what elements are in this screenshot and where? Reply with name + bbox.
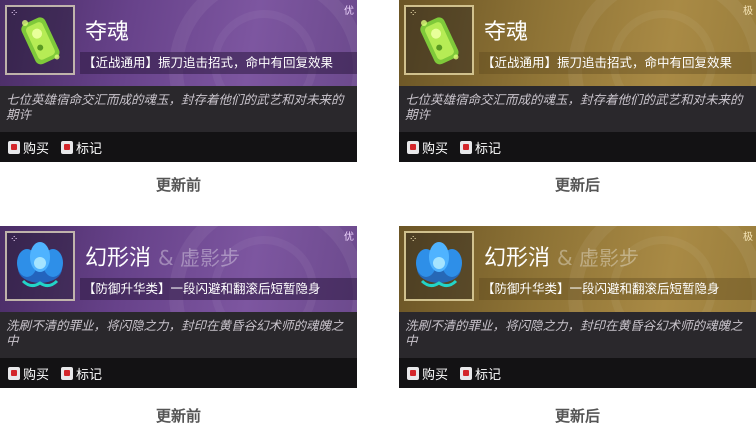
item-effect: 【近战通用】振刀追击招式，命中有回复效果	[80, 52, 357, 74]
buy-label: 购买	[23, 141, 50, 157]
item-card-huanxing-after: ⁘ 幻形消 & 虚影步 极 【防御升华类】一段闪避和翻滚后短暂隐身 洗刷不清的罪…	[399, 226, 756, 388]
caption-before: 更新前	[155, 176, 201, 194]
item-card-huanxing-before: ⁘ 幻形消 & 虚影步 优 【防御升华类】一段闪避和翻滚后短暂隐身 洗刷不清的罪…	[0, 226, 357, 388]
mark-label: 标记	[475, 367, 502, 383]
item-title: 夺魂	[85, 14, 129, 46]
caption-after: 更新后	[554, 176, 600, 194]
mark-button[interactable]: 标记	[61, 138, 102, 157]
item-subtitle: & 虚影步	[158, 246, 240, 270]
green-jade-icon	[420, 17, 459, 65]
card-actions: 购买 标记	[399, 358, 756, 388]
mark-label: 标记	[475, 141, 502, 157]
card-header: ⁘ 夺魂 极 【近战通用】振刀追击招式，命中有回复效果	[399, 0, 756, 86]
card-actions: 购买 标记	[399, 132, 756, 162]
item-effect: 【防御升华类】一段闪避和翻滚后短暂隐身	[479, 278, 756, 300]
mark-label: 标记	[76, 141, 103, 157]
buy-button[interactable]: 购买	[8, 364, 49, 383]
card-header: ⁘ 夺魂 优 【近战通用】振刀追击招式，命中有回复效果	[0, 0, 357, 86]
mark-button[interactable]: 标记	[460, 138, 501, 157]
blue-lotus-icon	[416, 242, 462, 288]
item-icon-frame: ⁘	[404, 231, 474, 301]
item-title: 幻形消 & 虚影步	[85, 240, 240, 272]
item-name: 幻形消	[85, 246, 152, 271]
item-name: 夺魂	[484, 20, 529, 45]
item-card-duohun-after: ⁘ 夺魂 极 【近战通用】振刀追击招式，命中有回复效果 七位英雄宿命交汇而成的魂…	[399, 0, 756, 162]
green-jade-icon	[21, 17, 60, 65]
item-name: 夺魂	[85, 20, 130, 45]
buy-label: 购买	[23, 367, 50, 383]
item-description: 洗刷不清的罪业，将闪隐之力，封印在黄昏谷幻术师的魂魄之中	[399, 312, 756, 358]
buy-icon	[407, 140, 419, 154]
mark-icon	[460, 140, 473, 154]
card-actions: 购买 标记	[0, 358, 357, 388]
rarity-label: 优	[344, 6, 354, 17]
item-icon-frame: ⁘	[5, 231, 75, 301]
item-description: 洗刷不清的罪业，将闪隐之力，封印在黄昏谷幻术师的魂魄之中	[0, 312, 357, 358]
caption-before: 更新前	[155, 407, 201, 425]
buy-icon	[8, 366, 20, 380]
mark-label: 标记	[76, 367, 103, 383]
caption-after: 更新后	[554, 407, 600, 425]
item-title: 幻形消 & 虚影步	[484, 240, 639, 272]
buy-icon	[8, 140, 20, 154]
buy-label: 购买	[422, 367, 449, 383]
mark-button[interactable]: 标记	[61, 364, 102, 383]
item-icon-frame: ⁘	[404, 5, 474, 75]
mark-button[interactable]: 标记	[460, 364, 501, 383]
buy-button[interactable]: 购买	[407, 364, 448, 383]
card-header: ⁘ 幻形消 & 虚影步 优 【防御升华类】一段闪避和翻滚后短暂隐身	[0, 226, 357, 312]
mark-icon	[460, 366, 473, 380]
buy-button[interactable]: 购买	[407, 138, 448, 157]
item-description: 七位英雄宿命交汇而成的魂玉，封存着他们的武艺和对未来的期许	[399, 86, 756, 132]
item-card-duohun-before: ⁘ 夺魂 优 【近战通用】振刀追击招式，命中有回复效果 七位英雄宿命交汇而成的魂…	[0, 0, 357, 162]
rarity-label: 优	[344, 232, 354, 243]
item-title: 夺魂	[484, 14, 528, 46]
item-description: 七位英雄宿命交汇而成的魂玉，封存着他们的武艺和对未来的期许	[0, 86, 357, 132]
rarity-label: 极	[743, 232, 753, 243]
buy-button[interactable]: 购买	[8, 138, 49, 157]
card-actions: 购买 标记	[0, 132, 357, 162]
item-effect: 【防御升华类】一段闪避和翻滚后短暂隐身	[80, 278, 357, 300]
item-effect: 【近战通用】振刀追击招式，命中有回复效果	[479, 52, 756, 74]
buy-icon	[407, 366, 419, 380]
rarity-label: 极	[743, 6, 753, 17]
mark-icon	[61, 140, 74, 154]
blue-lotus-icon	[17, 242, 63, 288]
card-header: ⁘ 幻形消 & 虚影步 极 【防御升华类】一段闪避和翻滚后短暂隐身	[399, 226, 756, 312]
item-icon-frame: ⁘	[5, 5, 75, 75]
item-name: 幻形消	[484, 246, 551, 271]
buy-label: 购买	[422, 141, 449, 157]
mark-icon	[61, 366, 74, 380]
item-subtitle: & 虚影步	[557, 246, 639, 270]
